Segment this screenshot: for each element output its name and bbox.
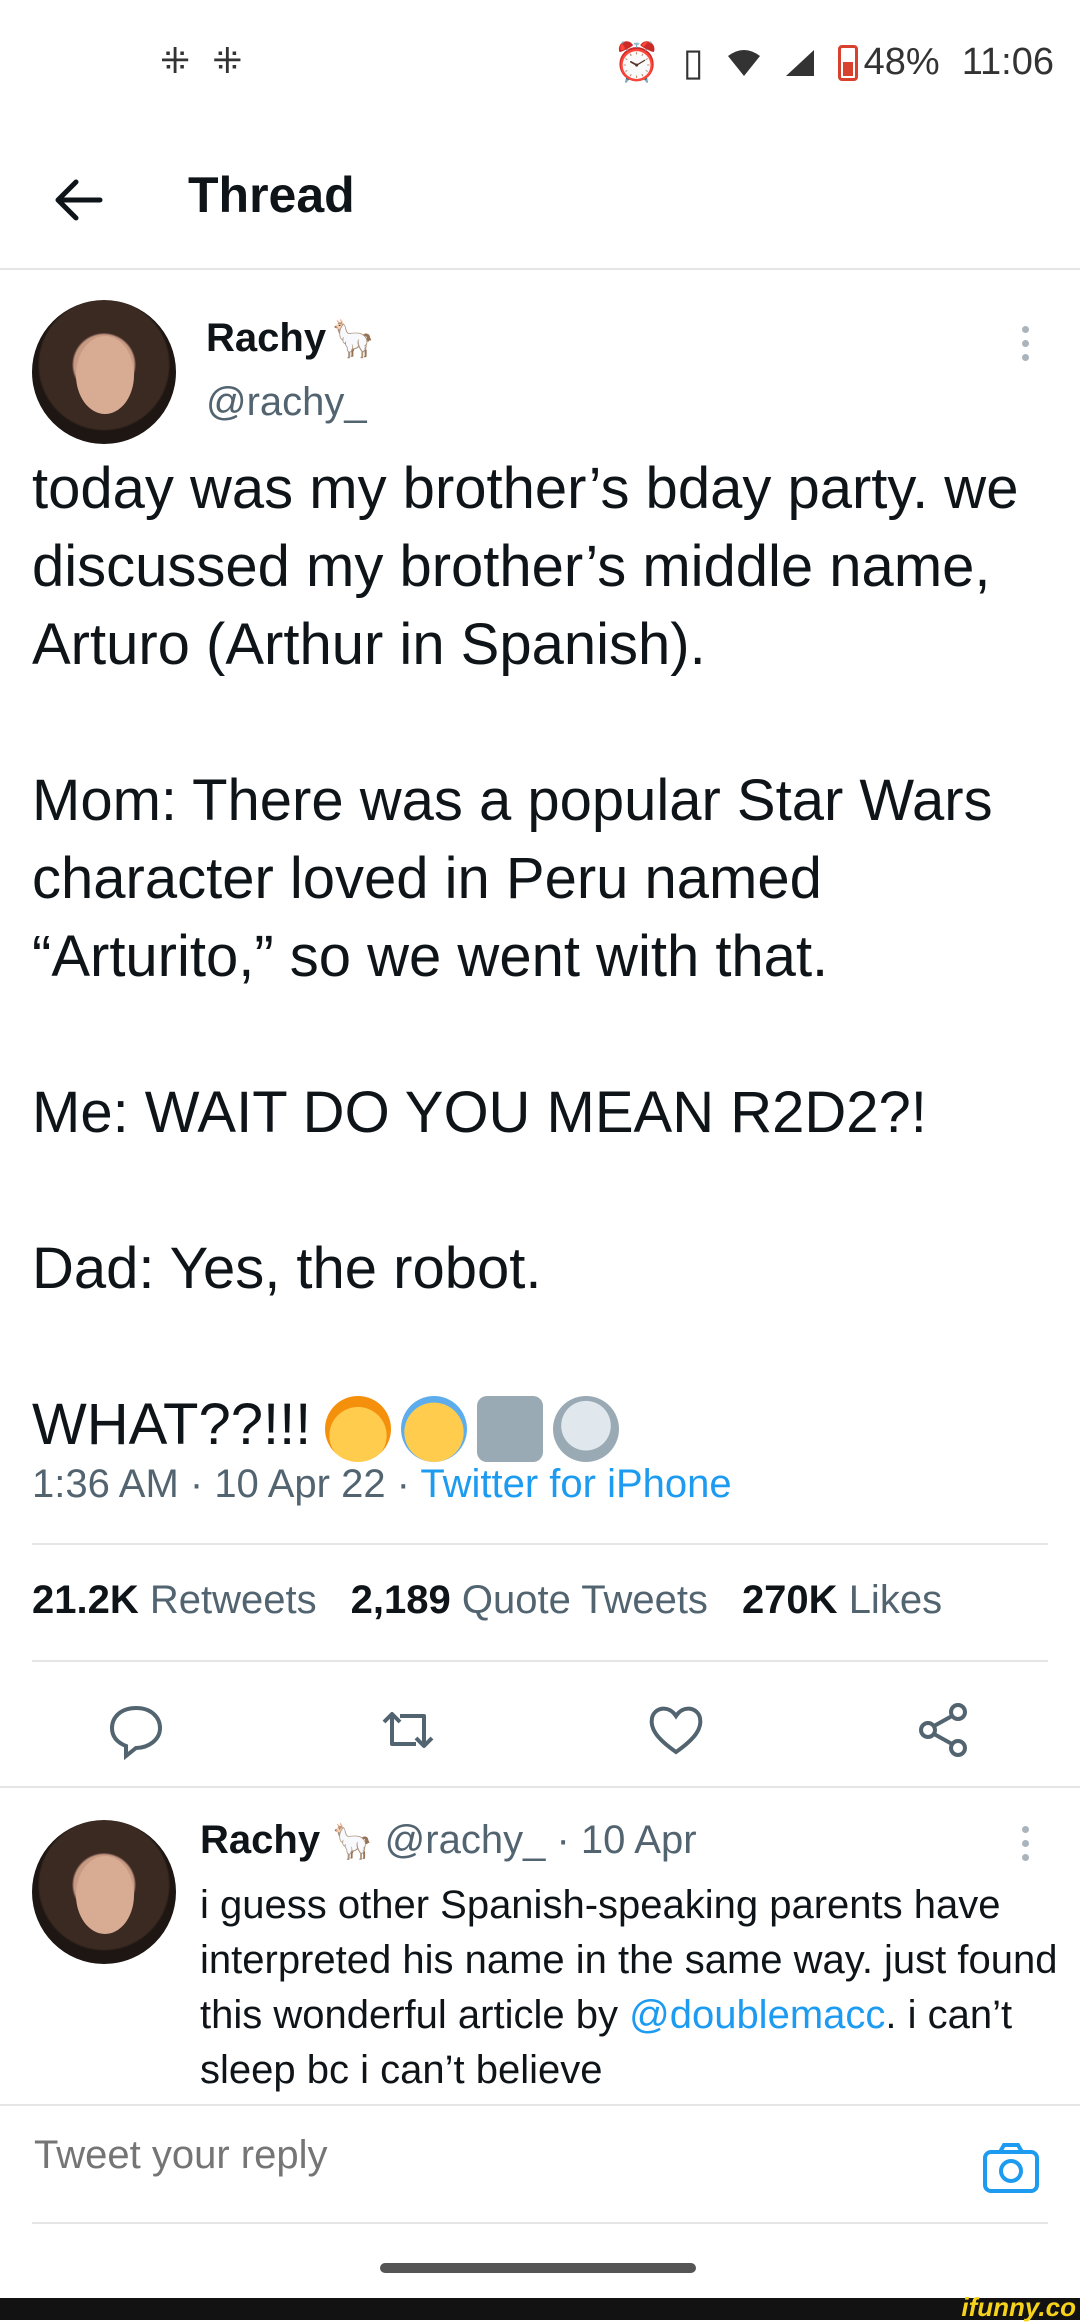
slack-icon: ⁜ bbox=[212, 40, 249, 81]
tweet-body: today was my brother’s bday party. we di… bbox=[32, 456, 1019, 1301]
more-options-icon[interactable] bbox=[1022, 326, 1034, 368]
like-icon[interactable] bbox=[646, 1700, 706, 1760]
battery-percent: 48% bbox=[863, 41, 940, 83]
mention-link[interactable]: @doublemacc bbox=[629, 1993, 885, 2037]
signal-icon bbox=[785, 49, 814, 76]
llama-icon: 🦙 bbox=[330, 318, 376, 359]
divider bbox=[32, 2222, 1048, 2224]
share-icon[interactable] bbox=[914, 1700, 974, 1760]
llama-icon: 🦙 bbox=[331, 1823, 374, 1861]
tweet-meta: 1:36 AM · 10 Apr 22 · Twitter for iPhone bbox=[32, 1462, 732, 1506]
camera-icon[interactable] bbox=[982, 2142, 1040, 2194]
author-handle[interactable]: @rachy_ bbox=[206, 380, 367, 425]
tweet-date: 10 Apr 22 bbox=[214, 1462, 386, 1506]
reply-icon[interactable] bbox=[106, 1700, 166, 1760]
retweets-stat[interactable]: 21.2K Retweets bbox=[32, 1578, 317, 1623]
battery-indicator: 48% bbox=[837, 41, 940, 84]
clock: 11:06 bbox=[961, 41, 1054, 83]
watermark: ifunny.co bbox=[961, 2292, 1076, 2322]
alarm-icon: ⏰ bbox=[613, 41, 661, 84]
reply-header[interactable]: Rachy 🦙 @rachy_ · 10 Apr bbox=[200, 1818, 697, 1863]
tweet-actions bbox=[0, 1700, 1080, 1780]
exploding-head-emoji bbox=[325, 1395, 392, 1462]
tweet-source-link[interactable]: Twitter for iPhone bbox=[420, 1462, 731, 1506]
divider bbox=[32, 1660, 1048, 1662]
reply-author-name: Rachy bbox=[200, 1818, 321, 1862]
reply-avatar[interactable] bbox=[32, 1820, 176, 1964]
status-right: ⏰ ▯ 48% 11:06 bbox=[613, 40, 1054, 85]
emoji-row bbox=[325, 1395, 620, 1462]
loudly-crying-emoji bbox=[401, 1395, 468, 1462]
wifi-icon bbox=[727, 49, 760, 76]
likes-stat[interactable]: 270K Likes bbox=[742, 1578, 942, 1623]
reply-date: · 10 Apr bbox=[556, 1818, 697, 1862]
reply-input[interactable] bbox=[32, 2132, 936, 2179]
retweet-icon[interactable] bbox=[378, 1700, 438, 1760]
battery-icon bbox=[837, 44, 858, 81]
avatar[interactable] bbox=[32, 300, 176, 444]
notification-icons: ⁜ ⁜ bbox=[160, 40, 248, 82]
header: Thread bbox=[0, 120, 1080, 270]
tweet-author[interactable]: Rachy 🦙 bbox=[206, 316, 375, 361]
skull-crossbones-emoji bbox=[553, 1395, 620, 1462]
robot-emoji bbox=[477, 1395, 544, 1462]
page-title: Thread bbox=[188, 167, 355, 223]
slack-icon: ⁜ bbox=[160, 40, 197, 81]
vibrate-icon: ▯ bbox=[682, 42, 704, 84]
reply-text: i guess other Spanish-speaking parents h… bbox=[200, 1883, 1069, 2092]
tweet-text: today was my brother’s bday party. we di… bbox=[32, 450, 1052, 1464]
tweet-stats: 21.2K Retweets 2,189 Quote Tweets 270K L… bbox=[32, 1578, 942, 1623]
home-indicator[interactable] bbox=[380, 2263, 696, 2273]
tweet-last-line: WHAT??!!! bbox=[32, 1392, 312, 1457]
more-options-icon[interactable] bbox=[1022, 1826, 1034, 1868]
tweet-time: 1:36 AM bbox=[32, 1462, 179, 1506]
quote-tweets-stat[interactable]: 2,189 Quote Tweets bbox=[351, 1578, 708, 1623]
watermark-bar: ifunny.co bbox=[0, 2292, 1080, 2322]
reply-composer bbox=[0, 2104, 1080, 2224]
divider bbox=[0, 1786, 1080, 1788]
author-name: Rachy bbox=[206, 316, 327, 360]
status-bar: ⁜ ⁜ ⏰ ▯ 48% 11:06 bbox=[0, 0, 1080, 120]
reply-author-handle: @rachy_ bbox=[384, 1818, 546, 1862]
back-arrow-icon[interactable] bbox=[50, 172, 106, 228]
divider bbox=[32, 1543, 1048, 1545]
